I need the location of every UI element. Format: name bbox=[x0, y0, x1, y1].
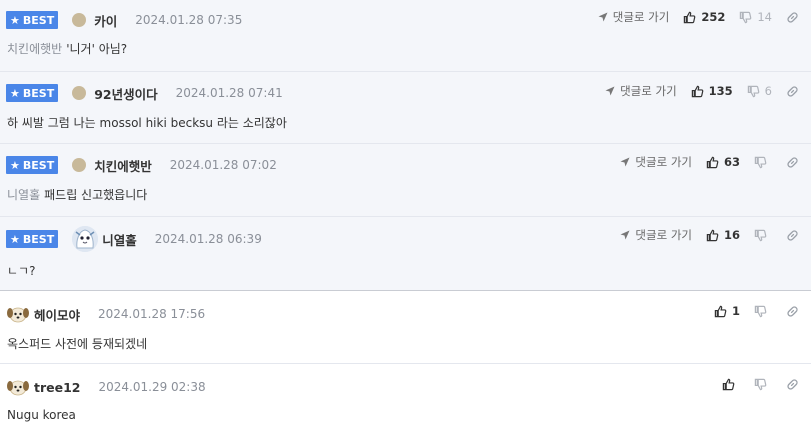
like-count: 252 bbox=[701, 10, 726, 24]
avatar[interactable] bbox=[72, 86, 87, 100]
comment-date: 2024.01.28 06:39 bbox=[154, 232, 262, 246]
share-link-button[interactable] bbox=[786, 305, 799, 318]
comment-date: 2024.01.28 07:41 bbox=[175, 86, 283, 100]
comment-date: 2024.01.28 07:35 bbox=[135, 13, 243, 27]
share-link-button[interactable] bbox=[786, 378, 799, 391]
comment-author[interactable]: 92년생이다 bbox=[94, 84, 157, 103]
comment-text: ㄴㄱ? bbox=[7, 264, 36, 278]
star-icon: ★ bbox=[10, 86, 20, 100]
dislike-button[interactable]: 6 bbox=[747, 84, 772, 98]
thumbs-down-icon bbox=[754, 156, 767, 168]
comment-date: 2024.01.28 07:02 bbox=[169, 158, 277, 172]
like-button[interactable] bbox=[722, 378, 740, 391]
puppy-avatar-icon bbox=[7, 307, 29, 323]
dislike-count: 14 bbox=[757, 10, 772, 24]
link-icon bbox=[787, 378, 798, 390]
comment-text: 옥스퍼드 사전에 등재되겠네 bbox=[7, 337, 148, 351]
best-badge: ★ BEST bbox=[6, 156, 59, 174]
comment-item: ★ BEST 92년생이다 2024.01.28 07:41 하 씨발 그럼 나… bbox=[0, 72, 811, 144]
comment-date: 2024.01.28 17:56 bbox=[98, 307, 206, 321]
thumbs-up-icon bbox=[706, 156, 719, 168]
link-icon bbox=[787, 229, 798, 241]
paper-plane-icon bbox=[620, 157, 630, 167]
avatar[interactable] bbox=[72, 226, 99, 252]
comment-author[interactable]: 치킨에햇반 bbox=[94, 156, 152, 175]
comment-date: 2024.01.29 02:38 bbox=[98, 380, 206, 394]
paper-plane-icon bbox=[605, 86, 615, 96]
reply-link[interactable]: 댓글로 가기 bbox=[620, 227, 692, 243]
puppy-avatar-icon bbox=[7, 380, 29, 396]
like-button[interactable]: 63 bbox=[706, 155, 740, 169]
avatar[interactable] bbox=[6, 304, 30, 324]
dislike-button[interactable] bbox=[754, 305, 772, 318]
like-button[interactable]: 135 bbox=[691, 84, 733, 98]
paper-plane-icon bbox=[620, 230, 630, 240]
best-badge: ★ BEST bbox=[6, 84, 59, 102]
share-link-button[interactable] bbox=[786, 11, 799, 24]
like-button[interactable]: 16 bbox=[706, 228, 740, 242]
character-avatar-icon bbox=[72, 226, 99, 252]
share-link-button[interactable] bbox=[786, 85, 799, 98]
reply-link[interactable]: 댓글로 가기 bbox=[605, 83, 677, 99]
reply-link[interactable]: 댓글로 가기 bbox=[598, 9, 669, 25]
dislike-count: 6 bbox=[764, 84, 772, 98]
comment-item: ★ BEST 니열홀 2024.01.28 06:39 ㄴㄱ? 댓글로 가기 1… bbox=[0, 217, 811, 291]
dislike-button[interactable] bbox=[754, 229, 772, 242]
comment-author[interactable]: tree12 bbox=[34, 380, 81, 395]
like-count: 1 bbox=[731, 304, 740, 318]
star-icon: ★ bbox=[10, 232, 20, 246]
star-icon: ★ bbox=[10, 13, 20, 27]
comment-item: tree12 2024.01.29 02:38 Nugu korea bbox=[0, 364, 811, 435]
reply-link[interactable]: 댓글로 가기 bbox=[620, 154, 692, 170]
thumbs-down-icon bbox=[747, 85, 760, 97]
share-link-button[interactable] bbox=[786, 229, 799, 242]
comment-author[interactable]: 헤이모야 bbox=[34, 305, 80, 324]
like-button[interactable]: 1 bbox=[714, 304, 740, 318]
paper-plane-icon bbox=[598, 12, 608, 22]
thumbs-down-icon bbox=[754, 378, 767, 390]
comment-text: Nugu korea bbox=[7, 408, 76, 422]
comment-text: 하 씨발 그럼 나는 mossol hiki becksu 라는 소리잖아 bbox=[7, 116, 287, 130]
avatar[interactable] bbox=[6, 377, 30, 397]
comment-author[interactable]: 니열홀 bbox=[102, 230, 137, 249]
dislike-button[interactable] bbox=[754, 378, 772, 391]
like-count: 63 bbox=[723, 155, 740, 169]
link-icon bbox=[787, 11, 798, 23]
like-button[interactable]: 252 bbox=[683, 10, 725, 24]
thumbs-up-icon bbox=[706, 229, 719, 241]
thumbs-down-icon bbox=[740, 11, 752, 23]
link-icon bbox=[787, 85, 798, 97]
comment-mention[interactable]: 니열홀 bbox=[7, 188, 40, 202]
link-icon bbox=[787, 305, 798, 317]
comment-item: ★ BEST 치킨에햇반 2024.01.28 07:02 니열홀 패드립 신고했… bbox=[0, 144, 811, 217]
star-icon: ★ bbox=[10, 158, 20, 172]
comment-item: ★ BEST 카이 2024.01.28 07:35 치킨에햇반 '니거' 아님?… bbox=[0, 0, 811, 72]
avatar[interactable] bbox=[72, 13, 87, 27]
share-link-button[interactable] bbox=[786, 156, 799, 169]
dislike-button[interactable] bbox=[754, 156, 772, 169]
thumbs-up-icon bbox=[714, 305, 727, 317]
like-count: 135 bbox=[708, 84, 733, 98]
best-badge: ★ BEST bbox=[6, 230, 59, 248]
dislike-button[interactable]: 14 bbox=[739, 10, 772, 24]
avatar[interactable] bbox=[72, 158, 87, 172]
thumbs-up-icon bbox=[691, 85, 703, 97]
comment-text: 치킨에햇반 '니거' 아님? bbox=[7, 42, 128, 56]
thumbs-up-icon bbox=[684, 11, 696, 23]
thumbs-up-icon bbox=[722, 378, 735, 390]
comment-text: 니열홀 패드립 신고했읍니다 bbox=[7, 188, 148, 202]
like-count: 16 bbox=[723, 228, 740, 242]
link-icon bbox=[787, 156, 798, 168]
comment-author[interactable]: 카이 bbox=[94, 11, 117, 30]
thumbs-down-icon bbox=[754, 305, 767, 317]
best-badge: ★ BEST bbox=[6, 11, 59, 29]
comment-item: 헤이모야 2024.01.28 17:56 옥스퍼드 사전에 등재되겠네 1 bbox=[0, 291, 811, 364]
comment-mention[interactable]: 치킨에햇반 bbox=[7, 42, 62, 56]
thumbs-down-icon bbox=[754, 229, 767, 241]
